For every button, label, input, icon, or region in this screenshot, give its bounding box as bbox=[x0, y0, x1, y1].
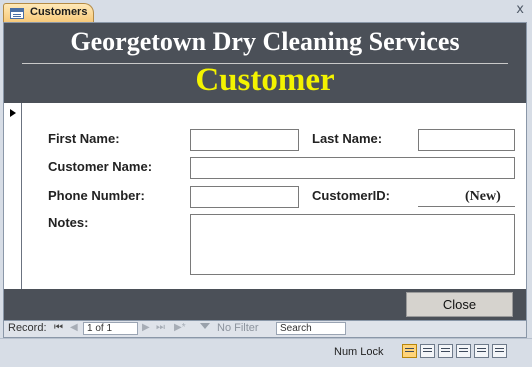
first-name-label: First Name: bbox=[48, 131, 120, 146]
next-record-icon[interactable]: ▶ bbox=[142, 322, 150, 333]
notes-field[interactable] bbox=[190, 214, 515, 275]
datasheet-view-icon[interactable] bbox=[420, 344, 435, 358]
layout-view-icon[interactable] bbox=[474, 344, 489, 358]
current-record-input[interactable]: 1 of 1 bbox=[83, 322, 138, 335]
record-label: Record: bbox=[8, 322, 47, 334]
form-view-icon[interactable] bbox=[402, 344, 417, 358]
search-input[interactable]: Search bbox=[276, 322, 346, 335]
company-name: Georgetown Dry Cleaning Services bbox=[70, 27, 460, 56]
record-selector[interactable] bbox=[4, 103, 22, 289]
customer-name-label: Customer Name: bbox=[48, 159, 153, 174]
last-name-label: Last Name: bbox=[312, 131, 383, 146]
first-record-icon[interactable]: ⏮ bbox=[54, 322, 63, 333]
last-name-field[interactable] bbox=[418, 129, 515, 151]
customer-id-label: CustomerID: bbox=[312, 188, 391, 203]
current-record-arrow-icon bbox=[10, 109, 16, 117]
notes-label: Notes: bbox=[48, 215, 89, 230]
document-tab-strip: Customers x bbox=[0, 0, 532, 22]
tab-customers[interactable]: Customers bbox=[3, 3, 94, 22]
record-navigation-bar: Record: ⏮ ◀ 1 of 1 ▶ ⏭ ▶* No Filter Sear… bbox=[3, 321, 527, 338]
num-lock-indicator: Num Lock bbox=[334, 346, 384, 358]
first-name-field[interactable] bbox=[190, 129, 299, 151]
pivotchart-view-icon[interactable] bbox=[456, 344, 471, 358]
form-icon bbox=[10, 8, 24, 19]
previous-record-icon[interactable]: ◀ bbox=[70, 322, 78, 333]
customer-id-value: (New) bbox=[465, 189, 501, 204]
close-document-icon[interactable]: x bbox=[516, 2, 524, 17]
new-record-icon[interactable]: ▶* bbox=[174, 322, 186, 333]
form-footer: Close bbox=[4, 289, 526, 320]
form-detail: First Name: Last Name: Customer Name: Ph… bbox=[22, 103, 526, 289]
customer-form: Georgetown Dry Cleaning Services Custome… bbox=[3, 22, 527, 321]
form-header: Georgetown Dry Cleaning Services Custome… bbox=[4, 23, 526, 103]
customer-name-field[interactable] bbox=[190, 157, 515, 179]
customer-id-underline bbox=[418, 206, 515, 207]
status-bar: Num Lock bbox=[0, 338, 532, 367]
no-filter-button[interactable]: No Filter bbox=[217, 322, 259, 334]
filter-funnel-icon bbox=[200, 323, 210, 329]
design-view-icon[interactable] bbox=[492, 344, 507, 358]
close-button[interactable]: Close bbox=[406, 292, 513, 317]
tab-label: Customers bbox=[30, 6, 88, 18]
phone-number-label: Phone Number: bbox=[48, 188, 145, 203]
form-title: Customer bbox=[195, 62, 335, 98]
phone-number-field[interactable] bbox=[190, 186, 299, 208]
last-record-icon[interactable]: ⏭ bbox=[156, 322, 165, 333]
pivottable-view-icon[interactable] bbox=[438, 344, 453, 358]
